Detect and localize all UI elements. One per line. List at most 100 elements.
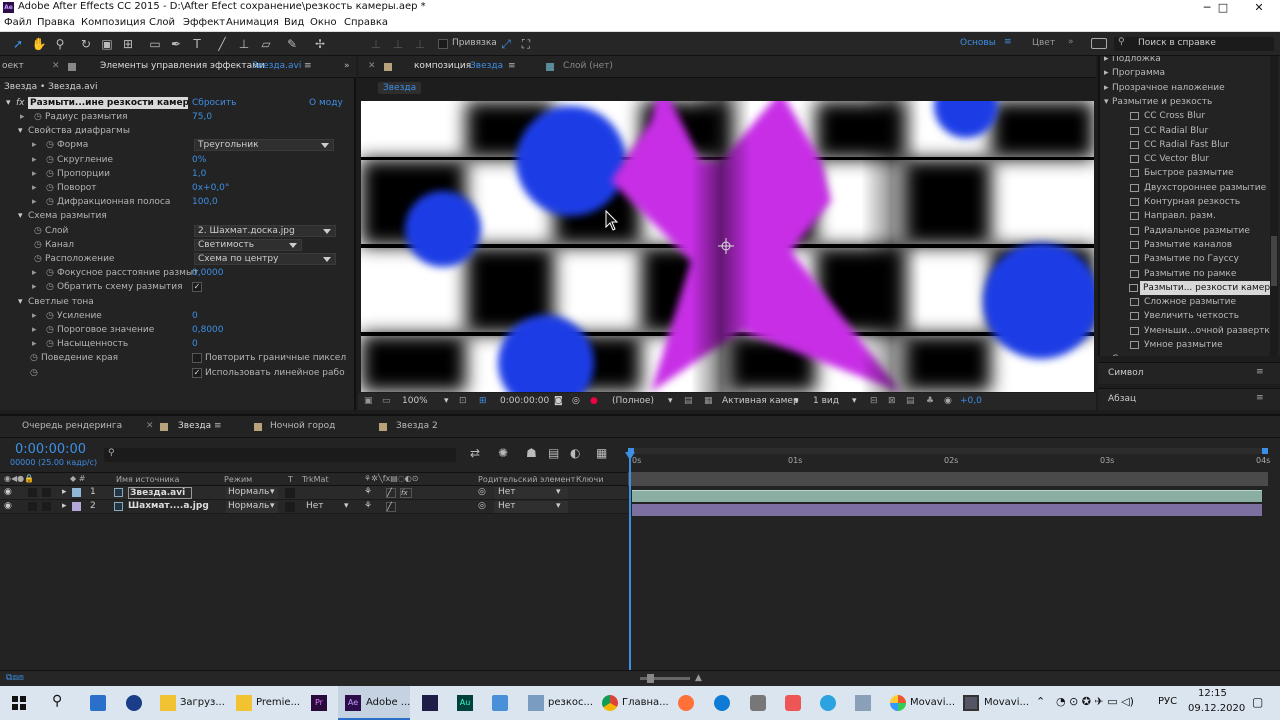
effects-item[interactable]: Быстрое размытие [1100, 166, 1270, 180]
clone-stamp-tool-icon[interactable]: ⊥ [236, 36, 252, 52]
puppet-pin-tool-icon[interactable]: ✢ [312, 36, 328, 52]
solo-checkbox[interactable] [28, 502, 37, 511]
reset-exposure-icon[interactable]: ◉ [944, 396, 952, 406]
lock-checkbox[interactable] [42, 488, 51, 497]
tab-effect-controls[interactable]: Элементы управления эффектами [100, 61, 265, 71]
effects-item[interactable]: Двухстороннее размытие [1100, 181, 1270, 195]
stopwatch-icon[interactable]: ◷ [34, 110, 42, 124]
show-snapshot-icon[interactable]: ◎ [572, 396, 580, 406]
expand-arrow-icon[interactable]: ▸ [32, 138, 37, 152]
expand-arrow-icon[interactable]: ▸ [62, 487, 67, 497]
tab-render-queue[interactable]: Очередь рендеринга [22, 421, 122, 431]
property-checkbox[interactable]: ✓ [192, 367, 202, 378]
eraser-tool-icon[interactable]: ▱ [258, 36, 274, 52]
taskbar-explorer-downloads[interactable]: Загруз... [180, 686, 225, 720]
mail-app-icon[interactable] [90, 695, 106, 711]
effects-item[interactable]: Размытие каналов [1100, 238, 1270, 252]
axis-world-icon[interactable]: ⊥ [390, 36, 406, 52]
parent-pickwhip-icon[interactable]: ◎ [478, 487, 486, 497]
column-mode[interactable]: Режим [224, 475, 252, 484]
edge-icon[interactable] [714, 695, 730, 711]
expand-arrow-icon[interactable]: ▸ [62, 501, 67, 511]
effects-item[interactable]: Размытие по Гауссу [1100, 252, 1270, 266]
movavi-editor-icon[interactable] [963, 695, 979, 711]
effects-item[interactable]: CC Vector Blur [1100, 152, 1270, 166]
tab-timeline-zvezda[interactable]: Звезда [178, 421, 211, 431]
fast-previews-icon[interactable]: ▤ [684, 396, 693, 406]
menu-file[interactable]: Файл [4, 17, 32, 28]
comp-mini-flowchart-icon[interactable]: ⇄ [470, 446, 480, 460]
work-area-bar[interactable] [628, 448, 1268, 454]
close-tab-icon[interactable]: ✕ [146, 421, 154, 431]
panel-menu-icon[interactable]: ≡ [508, 61, 516, 71]
camera-view-dropdown[interactable]: Активная камер [722, 396, 799, 406]
property-checkbox[interactable] [192, 353, 202, 364]
property-value[interactable]: 0,0000 [192, 266, 224, 280]
expand-arrow-icon[interactable]: ▸ [32, 181, 37, 195]
effects-category[interactable]: ▾ Размытие и резкость [1100, 95, 1270, 109]
tray-chevron-up-icon[interactable]: ⌃ [1036, 695, 1045, 708]
menu-view[interactable]: Вид [284, 17, 304, 28]
shy-switch-icon[interactable]: ⚘ [364, 501, 372, 511]
lock-checkbox[interactable] [42, 502, 51, 511]
stopwatch-icon[interactable]: ◷ [34, 224, 42, 238]
menu-composition[interactable]: Композиция [81, 17, 146, 28]
expand-arrow-icon[interactable]: ▾ [18, 295, 23, 309]
stopwatch-icon[interactable]: ◷ [46, 266, 54, 280]
expand-arrow-icon[interactable]: ▸ [20, 110, 25, 124]
effects-item[interactable]: Сложное размытие [1100, 295, 1270, 309]
roto-brush-tool-icon[interactable]: ✎ [284, 36, 300, 52]
tray-app-icons[interactable]: ◔ ⊙ ✪ ✈ ▭ ◁) [1056, 695, 1134, 708]
work-area-end-handle[interactable] [1262, 448, 1268, 454]
property-value[interactable]: 0 [192, 337, 198, 351]
property-dropdown[interactable]: 2. Шахмат.доска.jpg [194, 224, 336, 237]
stopwatch-icon[interactable]: ◷ [46, 195, 54, 209]
workspace-overflow-icon[interactable]: » [1068, 37, 1074, 47]
stopwatch-icon[interactable]: ◷ [46, 181, 54, 195]
column-source-name[interactable]: Имя источника [116, 475, 179, 484]
property-dropdown[interactable]: Схема по центру [194, 253, 336, 265]
tab-composition-label[interactable]: композиция [414, 61, 471, 71]
pen-tool-icon[interactable]: ✒ [168, 36, 184, 52]
effect-reset-link[interactable]: Сбросить [192, 96, 236, 110]
table-row[interactable]: ◉ ▸ 1 Звезда.avi Нормаль ▾ ⚘ ╱ fx ◎ Нет ▾ [0, 486, 628, 500]
effects-item[interactable]: Уменьши...очной развертке [1100, 324, 1270, 338]
property-value[interactable]: 1,0 [192, 167, 206, 181]
tab-night-city[interactable]: Ночной город [270, 421, 335, 431]
shy-switch-icon[interactable]: ⚘ [364, 487, 372, 497]
expand-arrow-icon[interactable]: ▸ [1104, 81, 1109, 95]
workspace-essentials[interactable]: Основы [960, 38, 996, 48]
tab-project[interactable]: оект [2, 61, 24, 71]
effects-category[interactable]: ▸ Программа [1100, 66, 1270, 80]
expand-arrow-icon[interactable]: ▾ [18, 124, 23, 138]
taskbar-explorer-premiere[interactable]: Premie... [256, 686, 300, 720]
table-row[interactable]: ◉ ▸ 2 Шахмат....a.jpg Нормаль ▾ Нет ▾ ⚘ ╱ ◎ Нет ▾ [0, 500, 628, 514]
effects-item[interactable]: Увеличить четкость [1100, 309, 1270, 323]
zoom-dropdown[interactable]: 100% [402, 396, 428, 406]
taskbar-movavi-2[interactable]: Movavi... [984, 686, 1029, 720]
panel-overflow-icon[interactable]: » [344, 61, 350, 71]
chrome-icon[interactable] [602, 695, 618, 711]
zoom-tool-icon[interactable]: ⚲ [52, 36, 68, 52]
view-layout-dropdown-arrow-icon[interactable]: ▾ [852, 396, 857, 406]
effects-item[interactable]: Размытие по рамке [1100, 267, 1270, 281]
region-of-interest-icon[interactable]: ⊞ [479, 396, 487, 406]
monitor-icon[interactable]: ▭ [382, 396, 391, 406]
channels-icon[interactable]: ● [590, 396, 598, 406]
document-app-icon[interactable] [528, 695, 544, 711]
expand-arrow-icon[interactable]: ▸ [32, 323, 37, 337]
maximize-icon[interactable]: □ [1208, 0, 1238, 15]
parent-dropdown[interactable]: Нет ▾ [494, 501, 568, 513]
label-color-swatch[interactable] [72, 488, 81, 497]
effect-about-link[interactable]: О моду [309, 96, 343, 110]
workspace-color[interactable]: Цвет [1032, 38, 1055, 48]
draft-3d-icon[interactable]: ✺ [498, 446, 508, 460]
character-panel-header[interactable]: Символ ≡ [1098, 362, 1280, 384]
menu-animation[interactable]: Анимация [226, 17, 279, 28]
property-value[interactable]: 0% [192, 153, 206, 167]
preserve-transparency-checkbox[interactable] [285, 502, 295, 512]
effects-item[interactable]: CC Radial Fast Blur [1100, 138, 1270, 152]
property-value[interactable]: 0,8000 [192, 323, 224, 337]
tray-date[interactable]: 09.12.2020 [1188, 703, 1245, 714]
property-value[interactable]: 75,0 [192, 110, 212, 124]
